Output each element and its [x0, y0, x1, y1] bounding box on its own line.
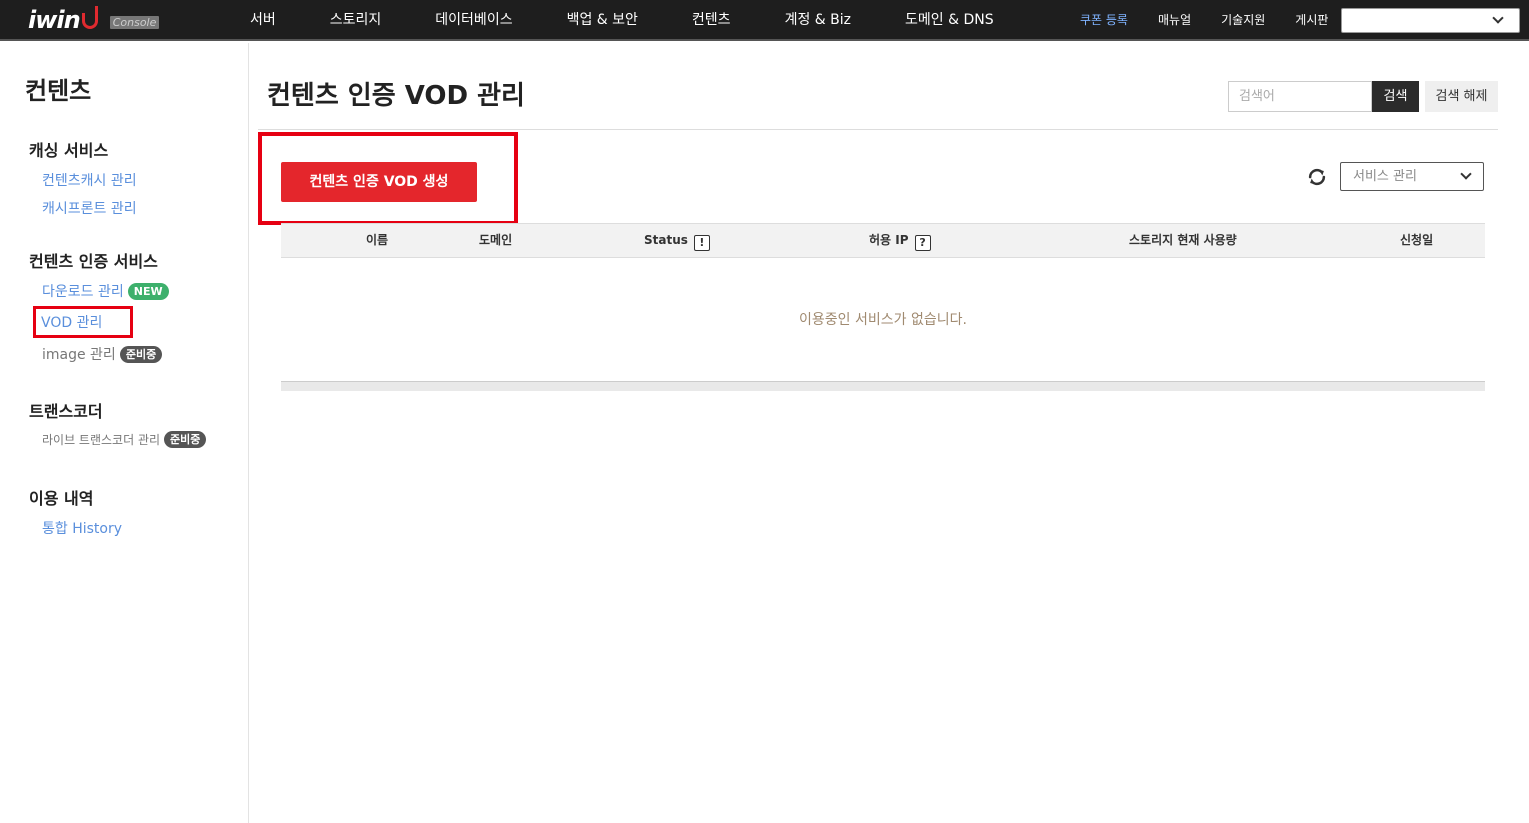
column-domain: 도메인	[479, 233, 513, 247]
utility-menu: 쿠폰 등록 매뉴얼 기술지원 게시판	[1080, 0, 1328, 41]
service-select-label: 서비스 관리	[1353, 169, 1417, 184]
menu-server[interactable]: 서버	[250, 0, 276, 41]
service-manage-select[interactable]: 서비스 관리	[1340, 162, 1484, 191]
sidebar-item-cachefront[interactable]: 캐시프론트 관리	[42, 198, 137, 218]
column-status: Status!	[644, 224, 710, 257]
console-badge: Console	[109, 16, 160, 29]
page-title: 컨텐츠 인증 VOD 관리	[267, 81, 525, 111]
sidebar: 컨텐츠 캐싱 서비스 컨텐츠캐시 관리 캐시프론트 관리 컨텐츠 인증 서비스 …	[0, 43, 249, 823]
menu-storage[interactable]: 스토리지	[330, 0, 382, 41]
chevron-down-icon	[1492, 12, 1504, 24]
logo-mark-icon	[81, 6, 98, 29]
title-divider	[258, 129, 1498, 130]
manual-link[interactable]: 매뉴얼	[1158, 0, 1191, 41]
sidebar-item-content-cache[interactable]: 컨텐츠캐시 관리	[42, 170, 137, 190]
column-allowed-ip: 허용 IP?	[869, 224, 931, 257]
account-select[interactable]	[1341, 8, 1520, 33]
chevron-down-icon	[1460, 168, 1472, 180]
menu-domain-dns[interactable]: 도메인 & DNS	[905, 0, 994, 41]
sidebar-item-live-transcoder[interactable]: 라이브 트랜스코더 관리 준비중	[42, 431, 207, 448]
sidebar-item-label: 라이브 트랜스코더 관리	[42, 433, 161, 447]
table-header: 이름 도메인 Status! 허용 IP? 스토리지 현재 사용량 신청일	[281, 223, 1485, 258]
main-menu: 서버 스토리지 데이터베이스 백업 & 보안 컨텐츠 계정 & Biz 도메인 …	[230, 0, 994, 41]
sidebar-heading-usage: 이용 내역	[29, 489, 94, 508]
board-link[interactable]: 게시판	[1295, 0, 1328, 41]
menu-account-biz[interactable]: 계정 & Biz	[785, 0, 851, 41]
iwin-logo[interactable]: iwin Console	[28, 5, 160, 35]
column-storage-usage: 스토리지 현재 사용량	[1129, 233, 1237, 247]
search-input[interactable]	[1228, 81, 1372, 112]
sidebar-heading-transcoder: 트랜스코더	[29, 402, 103, 421]
sidebar-item-image[interactable]: image 관리 준비중	[42, 344, 163, 364]
menu-backup-security[interactable]: 백업 & 보안	[567, 0, 638, 41]
column-allowed-ip-label: 허용 IP	[869, 233, 909, 247]
top-navigation-bar: iwin Console 서버 스토리지 데이터베이스 백업 & 보안 컨텐츠 …	[0, 0, 1529, 41]
preparing-badge: 준비중	[164, 431, 207, 448]
sidebar-item-history[interactable]: 통합 History	[42, 518, 122, 538]
column-name: 이름	[366, 233, 389, 247]
sidebar-title: 컨텐츠	[25, 77, 92, 105]
vod-highlight-box	[33, 306, 133, 338]
main-content: 컨텐츠 인증 VOD 관리 검색 검색 해제 컨텐츠 인증 VOD 생성 서비스…	[249, 43, 1529, 823]
sidebar-item-download[interactable]: 다운로드 관리 NEW	[42, 281, 169, 301]
sidebar-heading-content-auth: 컨텐츠 인증 서비스	[29, 252, 158, 271]
preparing-badge: 준비중	[119, 346, 163, 363]
search-reset-button[interactable]: 검색 해제	[1425, 81, 1498, 112]
refresh-icon[interactable]	[1306, 166, 1328, 188]
sidebar-item-label: 다운로드 관리	[42, 284, 124, 300]
create-vod-button[interactable]: 컨텐츠 인증 VOD 생성	[281, 162, 477, 202]
new-badge: NEW	[127, 283, 169, 300]
column-apply-date: 신청일	[1400, 233, 1434, 247]
ip-help-icon[interactable]: ?	[914, 235, 931, 251]
menu-database[interactable]: 데이터베이스	[435, 0, 512, 41]
status-info-icon[interactable]: !	[693, 235, 710, 251]
empty-table-message: 이용중인 서비스가 없습니다.	[799, 312, 967, 328]
search-button[interactable]: 검색	[1372, 81, 1419, 112]
logo-text: iwin	[28, 6, 81, 34]
sidebar-item-label: image 관리	[42, 347, 116, 363]
sidebar-heading-caching: 캐싱 서비스	[29, 141, 109, 160]
table-footer-bar	[281, 381, 1485, 391]
coupon-register-link[interactable]: 쿠폰 등록	[1080, 0, 1128, 41]
column-status-label: Status	[644, 233, 688, 247]
menu-contents[interactable]: 컨텐츠	[692, 0, 731, 41]
tech-support-link[interactable]: 기술지원	[1221, 0, 1265, 41]
